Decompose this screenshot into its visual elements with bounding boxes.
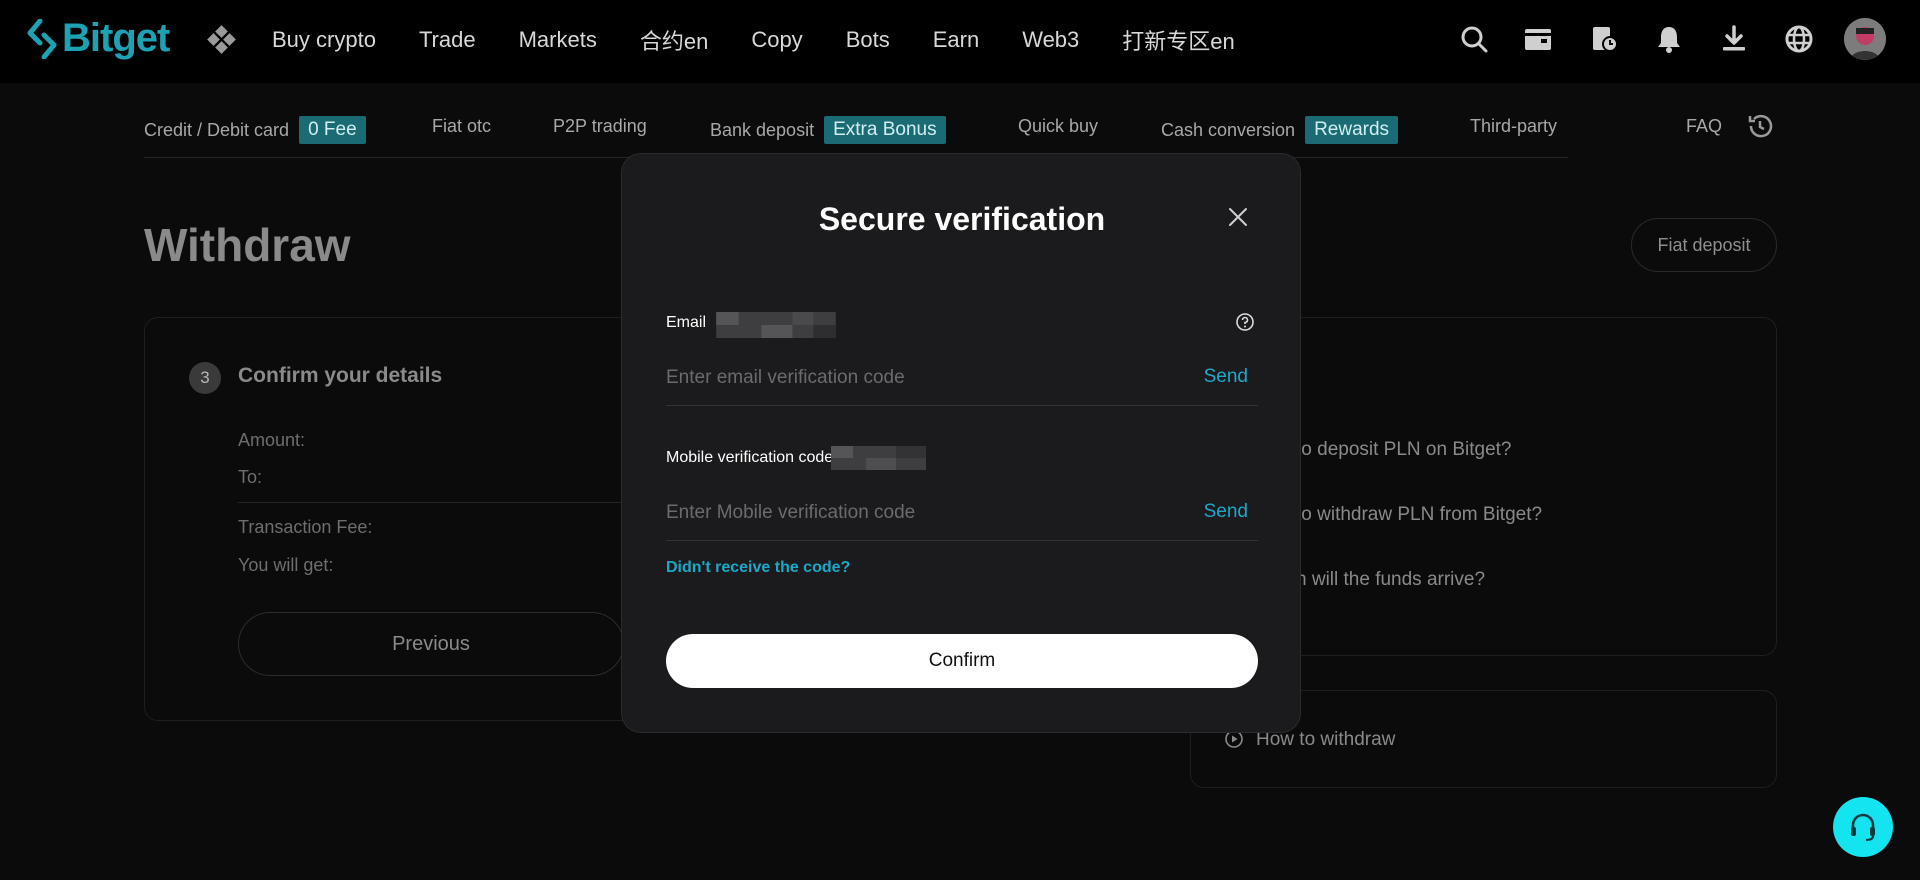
send-email-code-button[interactable]: Send [1204, 366, 1248, 388]
didnt-receive-code-link[interactable]: Didn't receive the code? [666, 559, 850, 577]
nav-launchpad[interactable]: 打新专区en [1122, 24, 1234, 56]
modal-title: Secure verification [818, 201, 1106, 237]
wallet-icon[interactable] [1523, 24, 1553, 54]
deposit-method-tabs: Credit / Debit card 0 Fee Fiat otc P2P t… [144, 106, 1568, 158]
bonus-badge: Extra Bonus [824, 116, 946, 144]
orders-icon[interactable] [1589, 24, 1619, 54]
nav-trade[interactable]: Trade [419, 27, 476, 53]
support-chat-button[interactable] [1833, 797, 1893, 857]
email-code-field: Send [666, 352, 1258, 406]
tab-bank-deposit[interactable]: Bank deposit Extra Bonus [710, 116, 946, 144]
tab-label: P2P trading [553, 116, 647, 136]
bitget-logo-icon [27, 18, 57, 59]
tab-label: Quick buy [1018, 116, 1099, 136]
tab-label: Cash conversion [1161, 119, 1296, 140]
transaction-fee-label: Transaction Fee: [238, 517, 373, 537]
masked-phone [831, 446, 926, 470]
masked-email [716, 312, 836, 338]
secure-verification-modal: Secure verification Email Send Mobile ve… [621, 153, 1301, 733]
email-label: Email [666, 314, 707, 331]
top-nav: Bitget Buy crypto Trade Markets 合约en Cop… [0, 0, 1920, 83]
bitget-logo[interactable]: Bitget [26, 16, 170, 61]
bell-icon[interactable] [1654, 24, 1684, 54]
rewards-badge: Rewards [1305, 116, 1399, 144]
nav-web3[interactable]: Web3 [1022, 27, 1079, 53]
tab-third-party[interactable]: Third-party [1470, 116, 1557, 137]
main-nav: Buy crypto Trade Markets 合约en Copy Bots … [272, 0, 1278, 80]
tab-p2p-trading[interactable]: P2P trading [553, 116, 647, 137]
mobile-label: Mobile verification code [666, 449, 834, 466]
nav-copy[interactable]: Copy [751, 27, 802, 53]
nav-bots[interactable]: Bots [846, 27, 890, 53]
close-icon[interactable] [1225, 204, 1251, 230]
nav-earn[interactable]: Earn [933, 27, 979, 53]
send-mobile-code-button[interactable]: Send [1204, 501, 1248, 523]
avatar[interactable] [1844, 18, 1886, 60]
tab-label: Fiat otc [432, 116, 492, 136]
faq-item[interactable]: to deposit PLN on Bitget? [1296, 439, 1511, 461]
fiat-deposit-button[interactable]: Fiat deposit [1631, 218, 1777, 272]
headset-icon [1851, 813, 1875, 842]
globe-icon[interactable] [1784, 24, 1814, 54]
fee-badge: 0 Fee [299, 116, 366, 144]
faq-item[interactable]: n will the funds arrive? [1296, 569, 1485, 591]
tab-credit-debit-card[interactable]: Credit / Debit card 0 Fee [144, 116, 366, 144]
confirm-button[interactable]: Confirm [666, 634, 1258, 688]
history-icon[interactable] [1746, 112, 1774, 140]
tab-label: Credit / Debit card [144, 119, 290, 140]
step-title: Confirm your details [238, 364, 443, 387]
to-label: To: [238, 467, 263, 487]
nav-buy-crypto[interactable]: Buy crypto [272, 27, 376, 53]
mobile-code-input[interactable] [666, 499, 1146, 527]
help-icon[interactable] [1235, 312, 1255, 332]
previous-button[interactable]: Previous [238, 612, 624, 676]
nav-markets[interactable]: Markets [519, 27, 597, 53]
tab-label: Third-party [1470, 116, 1558, 136]
faq-link[interactable]: FAQ [1686, 116, 1722, 137]
tab-cash-conversion[interactable]: Cash conversion Rewards [1161, 116, 1399, 144]
brand-name: Bitget [62, 16, 170, 60]
avatar-image [1844, 18, 1886, 60]
nav-futures[interactable]: 合约en [640, 24, 708, 56]
email-code-input[interactable] [666, 364, 1146, 392]
page-title: Withdraw [144, 219, 351, 271]
search-icon[interactable] [1459, 24, 1489, 54]
tab-label: Bank deposit [710, 119, 815, 140]
download-icon[interactable] [1719, 24, 1749, 54]
mobile-code-field: Send [666, 487, 1258, 541]
faq-item[interactable]: to withdraw PLN from Bitget? [1296, 504, 1542, 526]
tab-fiat-otc[interactable]: Fiat otc [432, 116, 491, 137]
amount-label: Amount: [238, 430, 306, 450]
you-will-get-label: You will get: [238, 555, 334, 575]
tab-quick-buy[interactable]: Quick buy [1018, 116, 1098, 137]
apps-grid-icon[interactable] [207, 25, 237, 55]
step-number: 3 [189, 362, 221, 394]
divider [238, 502, 638, 503]
